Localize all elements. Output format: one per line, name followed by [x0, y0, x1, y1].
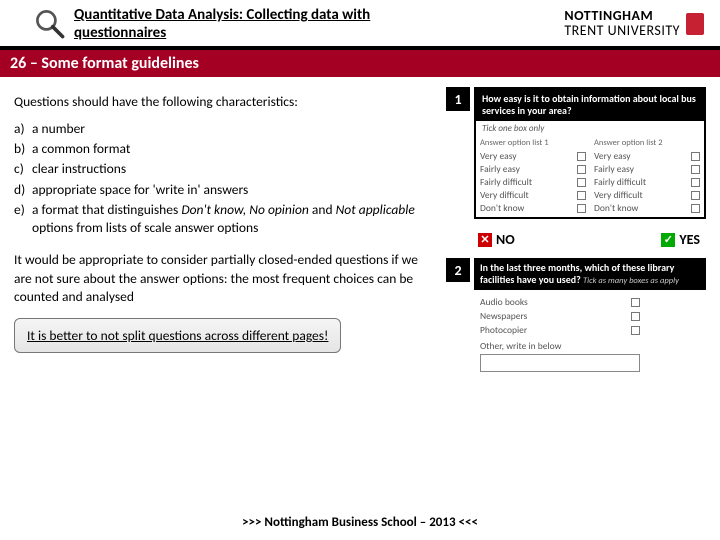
example-2-row: 2 In the last three months, which of the… — [446, 258, 708, 376]
example-1-col2: Answer option list 2 Very easy Fairly ea… — [590, 136, 704, 217]
paragraph-closed-ended: It would be appropriate to consider part… — [14, 251, 436, 306]
checkbox-icon — [691, 191, 700, 200]
intro-text: Questions should have the following char… — [14, 93, 436, 110]
checkbox-icon — [691, 165, 700, 174]
list-item: d)appropriate space for 'write in' answe… — [14, 181, 436, 199]
checkbox-icon — [577, 165, 586, 174]
example-1-question: How easy is it to obtain information abo… — [476, 89, 704, 121]
course-title: Quantitative Data Analysis: Collecting d… — [74, 6, 404, 42]
list-item: a)a number — [14, 120, 436, 138]
example-2-writein-label: Other, write in below — [480, 340, 700, 352]
university-name-l2: TRENT UNIVERSITY — [564, 24, 680, 39]
checkbox-icon — [577, 204, 586, 213]
example-2-question: In the last three months, which of these… — [474, 258, 706, 290]
checkbox-icon — [691, 204, 700, 213]
callout-box: It is better to not split questions acro… — [14, 318, 341, 353]
checkbox-icon — [631, 312, 640, 321]
no-label: ✕NO — [478, 231, 515, 248]
list-item: e)a format that distinguishes Don't know… — [14, 201, 436, 237]
example-1-row: 1 How easy is it to obtain information a… — [446, 87, 708, 219]
right-column: 1 How easy is it to obtain information a… — [446, 87, 708, 382]
no-yes-row: ✕NO ✓YES — [446, 225, 708, 258]
yes-label: ✓YES — [661, 231, 700, 248]
slide-footer: >>> Nottingham Business School – 2013 <<… — [0, 515, 720, 530]
example-2-writein-box — [480, 354, 640, 372]
example-2-box: In the last three months, which of these… — [474, 258, 706, 376]
slide-content: Questions should have the following char… — [0, 77, 720, 388]
example-number-badge: 2 — [446, 258, 470, 282]
checkbox-icon — [631, 298, 640, 307]
check-icon: ✓ — [661, 233, 675, 247]
example-number-badge: 1 — [446, 87, 470, 111]
left-column: Questions should have the following char… — [14, 87, 436, 382]
checkbox-icon — [691, 178, 700, 187]
checkbox-icon — [577, 191, 586, 200]
slide-title: 26 – Some format guidelines — [0, 48, 720, 77]
characteristics-list: a)a number b)a common format c)clear ins… — [14, 120, 436, 237]
cross-icon: ✕ — [478, 233, 492, 247]
list-item: c)clear instructions — [14, 160, 436, 178]
checkbox-icon — [577, 152, 586, 161]
checkbox-icon — [631, 326, 640, 335]
example-1-instruction: Tick one box only — [476, 121, 704, 136]
example-1-box: How easy is it to obtain information abo… — [474, 87, 706, 219]
slide-header: Quantitative Data Analysis: Collecting d… — [0, 0, 720, 48]
checkbox-icon — [577, 178, 586, 187]
checkbox-icon — [691, 152, 700, 161]
list-item: b)a common format — [14, 140, 436, 158]
university-logo: NOTTINGHAM TRENT UNIVERSITY — [564, 9, 704, 38]
university-badge-icon — [686, 13, 704, 35]
example-1-col1: Answer option list 1 Very easy Fairly ea… — [476, 136, 590, 217]
magnifier-icon — [32, 6, 68, 42]
